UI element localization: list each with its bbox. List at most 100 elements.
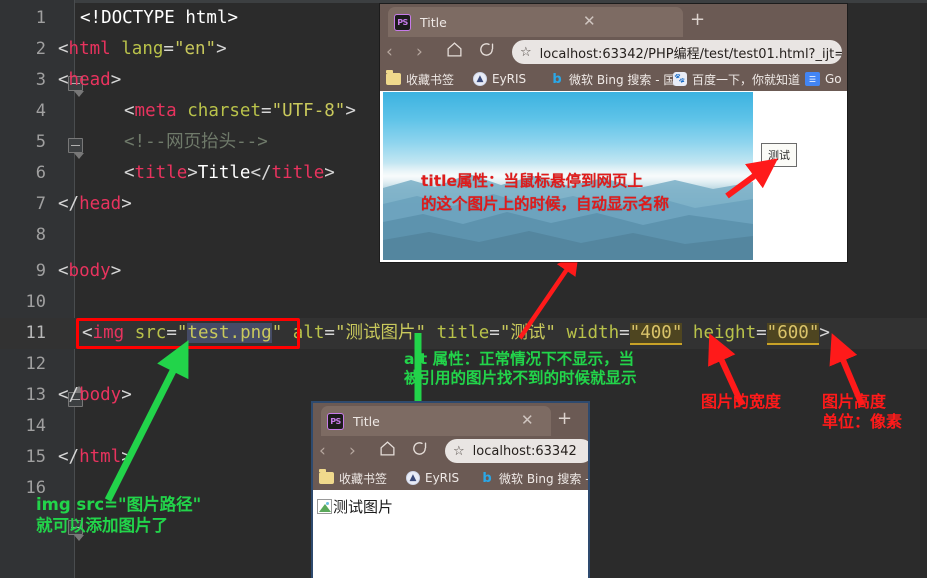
bookmarks-bar: 收藏书签 ▲ EyRIS b 微软 Bing 搜索 - 国 bbox=[313, 466, 588, 490]
src-value-selected[interactable]: test.png bbox=[187, 323, 272, 343]
line-content: </body> bbox=[58, 385, 132, 405]
tag-token: title bbox=[134, 163, 188, 183]
tag-token: head bbox=[68, 70, 111, 90]
bookmark-item[interactable]: ▲ EyRIS bbox=[406, 468, 459, 488]
line-content: <head> bbox=[58, 70, 122, 90]
home-icon[interactable] bbox=[379, 440, 396, 463]
url-text: localhost:63342 bbox=[472, 443, 577, 459]
line-content: </html> bbox=[58, 447, 132, 467]
tag-token: html bbox=[68, 39, 111, 59]
line-number: 15 bbox=[25, 447, 46, 467]
code-line-active[interactable]: 11 <img src="test.png" alt="测试图片" title=… bbox=[0, 318, 927, 349]
height-value: "600" bbox=[766, 323, 820, 345]
bookmark-label: EyRIS bbox=[425, 471, 460, 485]
tag-token: body bbox=[68, 261, 111, 281]
tag-token: body bbox=[79, 385, 122, 405]
reload-icon[interactable] bbox=[478, 41, 495, 64]
line-number: 12 bbox=[25, 354, 46, 374]
bookmark-item[interactable]: 🐾 百度一下，你就知道 bbox=[673, 69, 800, 89]
width-value: "400" bbox=[629, 323, 683, 345]
line-number: 4 bbox=[35, 101, 46, 121]
eyris-icon: ▲ bbox=[406, 471, 420, 485]
attr-value: "en" bbox=[173, 39, 217, 59]
bookmark-label: 百度一下，你就知道 bbox=[692, 72, 801, 87]
line-content: <!--网页抬头--> bbox=[124, 127, 268, 158]
annotation-width-text: 图片的宽度 bbox=[701, 392, 782, 411]
line-number: 9 bbox=[35, 261, 46, 281]
attr-token: src bbox=[134, 323, 167, 343]
reload-icon[interactable] bbox=[411, 440, 428, 463]
bookmark-item[interactable]: 收藏书签 bbox=[386, 69, 454, 89]
bookmark-item[interactable]: b 微软 Bing 搜索 - 国 bbox=[480, 468, 588, 488]
tab-title: Title bbox=[420, 14, 447, 30]
close-tab-icon[interactable]: ✕ bbox=[583, 12, 596, 30]
image-title-tooltip: 测试 bbox=[761, 143, 797, 167]
browser-window-bottom[interactable]: PS Title ✕ + ‹ › ☆ localhost:63342 收藏书签 … bbox=[313, 403, 588, 578]
close-tab-icon[interactable]: ✕ bbox=[521, 411, 534, 429]
bookmark-label: 收藏书签 bbox=[406, 72, 455, 87]
bookmark-star-icon[interactable]: ☆ bbox=[520, 45, 532, 60]
line-content: <!DOCTYPE html> bbox=[80, 3, 238, 34]
doctype-token: <!DOCTYPE html> bbox=[80, 8, 239, 28]
code-line[interactable]: 10 bbox=[0, 287, 927, 318]
line-number: 7 bbox=[35, 194, 46, 214]
image-overlay-text: title属性：当鼠标悬停到网页上 的这个图片上的时候，自动显示名称 bbox=[421, 172, 670, 214]
line-number: 11 bbox=[25, 323, 46, 343]
line-number: 10 bbox=[25, 292, 46, 312]
browser-tab[interactable]: PS Title bbox=[321, 406, 551, 436]
forward-icon[interactable]: › bbox=[416, 41, 423, 63]
back-icon[interactable]: ‹ bbox=[386, 41, 393, 63]
folder-icon bbox=[386, 70, 401, 85]
browser-window-top[interactable]: PS Title ✕ + ‹ › ☆ localhost:63342/PHP编程… bbox=[380, 4, 847, 262]
bing-icon: b bbox=[552, 71, 562, 87]
bookmark-item[interactable]: 收藏书签 bbox=[319, 468, 387, 488]
phpstorm-icon: PS bbox=[394, 13, 411, 31]
attr-value: "UTF-8" bbox=[271, 101, 346, 121]
bookmark-item[interactable]: ☰ Go bbox=[805, 69, 842, 89]
browser-tab[interactable]: PS Title bbox=[388, 7, 683, 37]
line-content: </head> bbox=[58, 194, 132, 214]
home-icon[interactable] bbox=[446, 41, 463, 64]
forward-icon[interactable]: › bbox=[349, 440, 356, 462]
broken-image-placeholder: 测试图片 bbox=[317, 496, 393, 517]
phpstorm-icon: PS bbox=[327, 412, 344, 430]
google-icon: ☰ bbox=[805, 72, 820, 86]
page-content: 测试图片 bbox=[313, 490, 588, 578]
bookmark-star-icon[interactable]: ☆ bbox=[453, 444, 465, 459]
line-number: 5 bbox=[35, 132, 46, 152]
line-number: 3 bbox=[35, 70, 46, 90]
tag-token: title bbox=[271, 163, 325, 183]
tag-token: img bbox=[92, 323, 125, 343]
new-tab-icon[interactable]: + bbox=[690, 9, 705, 30]
line-number: 2 bbox=[35, 39, 46, 59]
back-icon[interactable]: ‹ bbox=[319, 440, 326, 462]
sky-mountain-image[interactable]: title属性：当鼠标悬停到网页上 的这个图片上的时候，自动显示名称 bbox=[383, 92, 753, 260]
line-number: 6 bbox=[35, 163, 46, 183]
bookmark-item[interactable]: ▲ EyRIS bbox=[473, 69, 526, 89]
bookmark-label: 微软 Bing 搜索 - 国 bbox=[499, 471, 588, 486]
bookmark-item[interactable]: b 微软 Bing 搜索 - 国... bbox=[550, 69, 686, 89]
attr-token: width bbox=[566, 323, 620, 343]
address-bar[interactable]: ☆ localhost:63342 bbox=[445, 439, 588, 463]
line-content: <title>Title</title> bbox=[124, 163, 335, 183]
browser-toolbar: ‹ › ☆ localhost:63342/PHP编程/test/test01.… bbox=[380, 37, 847, 67]
line-content: <img src="test.png" alt="测试图片" title="测试… bbox=[82, 323, 830, 345]
comment-token: <!--网页抬头--> bbox=[124, 132, 268, 152]
bookmark-label: 收藏书签 bbox=[339, 471, 388, 486]
page-content: title属性：当鼠标悬停到网页上 的这个图片上的时候，自动显示名称 测试 bbox=[380, 91, 847, 262]
bookmarks-bar: 收藏书签 ▲ EyRIS b 微软 Bing 搜索 - 国... 🐾 百度一下，… bbox=[380, 67, 847, 91]
tab-strip: PS Title ✕ + bbox=[380, 4, 847, 37]
address-bar[interactable]: ☆ localhost:63342/PHP编程/test/test01.html… bbox=[512, 40, 842, 64]
attr-value: "测试图片" bbox=[334, 323, 427, 343]
title-text: Title bbox=[197, 163, 251, 183]
line-number: 14 bbox=[25, 416, 46, 436]
line-content: <html lang="en"> bbox=[58, 39, 227, 59]
line-content: <body> bbox=[58, 261, 122, 281]
attr-token: lang bbox=[121, 39, 164, 59]
annotation-alt-text: alt 属性：正常情况下不显示，当 被引用的图片找不到的时候就显示 bbox=[404, 350, 637, 388]
line-number: 13 bbox=[25, 385, 46, 405]
new-tab-icon[interactable]: + bbox=[557, 408, 572, 429]
line-number: 1 bbox=[35, 8, 46, 28]
broken-image-icon bbox=[317, 499, 332, 514]
alt-text: 测试图片 bbox=[333, 498, 394, 516]
